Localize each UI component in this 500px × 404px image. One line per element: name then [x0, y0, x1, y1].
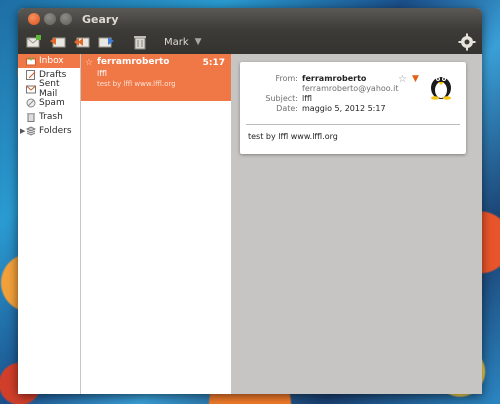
reply-all-icon [74, 37, 90, 48]
window-close-button[interactable] [28, 13, 40, 25]
sidebar-item-label: Trash [39, 112, 63, 122]
date-value: maggio 5, 2012 5:17 [302, 104, 386, 113]
from-name: ferramroberto [302, 74, 367, 83]
date-label: Date: [276, 104, 298, 113]
sidebar-item-label: Spam [39, 98, 65, 108]
sidebar-item-label: Folders [39, 126, 72, 136]
gear-icon [458, 33, 476, 51]
compose-button[interactable] [24, 33, 44, 51]
message-list-item[interactable]: ☆ ferramroberto 5:17 lffl test by lffl w… [81, 54, 231, 101]
sidebar-item-trash[interactable]: Trash [18, 110, 80, 124]
star-icon[interactable]: ☆ [85, 58, 93, 68]
trash-icon [134, 36, 146, 50]
window-title: Geary [82, 12, 119, 26]
reply-icon [50, 37, 66, 48]
window-maximize-button[interactable] [60, 13, 72, 25]
reply-all-button[interactable] [72, 33, 92, 51]
drafts-icon [26, 70, 36, 80]
message-body: test by lffl www.lffl.org [248, 132, 338, 141]
sidebar-item-label: Sent Mail [39, 79, 60, 99]
message-list: ☆ ferramroberto 5:17 lffl test by lffl w… [81, 54, 232, 394]
sent-mail-icon [26, 84, 36, 94]
inbox-icon [26, 56, 36, 66]
compose-icon [26, 35, 41, 48]
subject-label: Subject: [265, 94, 298, 103]
message-menu-chevron-icon[interactable]: ▼ [412, 74, 419, 84]
sidebar-item-inbox[interactable]: Inbox [18, 54, 80, 68]
subject-value: lffl [302, 94, 312, 103]
mark-menu-button[interactable]: Mark ▼ [164, 37, 202, 48]
geary-window: Geary Mark ▼ Inbox Drafts Sent Mail Spam… [18, 8, 482, 394]
message-subject: lffl [97, 69, 107, 78]
trash-icon [26, 112, 36, 122]
message-card: From: ferramroberto ferramroberto@yahoo.… [240, 62, 466, 154]
message-headers: From: ferramroberto ferramroberto@yahoo.… [248, 74, 398, 114]
message-reader-pane: From: ferramroberto ferramroberto@yahoo.… [232, 54, 482, 394]
message-preview: test by lffl www.lffl.org [97, 80, 176, 88]
delete-button[interactable] [130, 33, 150, 51]
from-label: From: [275, 74, 298, 83]
sidebar-item-sent-mail[interactable]: Sent Mail [18, 79, 80, 99]
mark-label: Mark [164, 36, 189, 48]
folders-icon [25, 126, 37, 136]
forward-button[interactable] [96, 33, 116, 51]
star-icon[interactable]: ☆ [398, 74, 407, 85]
message-time: 5:17 [202, 58, 225, 68]
sidebar-item-folders[interactable]: ▶ Folders [18, 124, 80, 138]
from-email[interactable]: ferramroberto@yahoo.it [302, 84, 398, 94]
reply-button[interactable] [48, 33, 68, 51]
header-divider [246, 124, 460, 125]
folder-sidebar: Inbox Drafts Sent Mail Spam Trash ▶ Fold… [18, 54, 81, 394]
sidebar-item-label: Inbox [39, 56, 64, 66]
window-minimize-button[interactable] [44, 13, 56, 25]
app-menu-button[interactable] [458, 33, 476, 51]
spam-icon [26, 98, 36, 108]
forward-icon [98, 37, 114, 48]
titlebar: Geary [18, 8, 482, 30]
main-content: Inbox Drafts Sent Mail Spam Trash ▶ Fold… [18, 54, 482, 394]
chevron-down-icon: ▼ [194, 37, 202, 47]
toolbar: Mark ▼ [18, 30, 482, 54]
avatar [426, 70, 456, 100]
